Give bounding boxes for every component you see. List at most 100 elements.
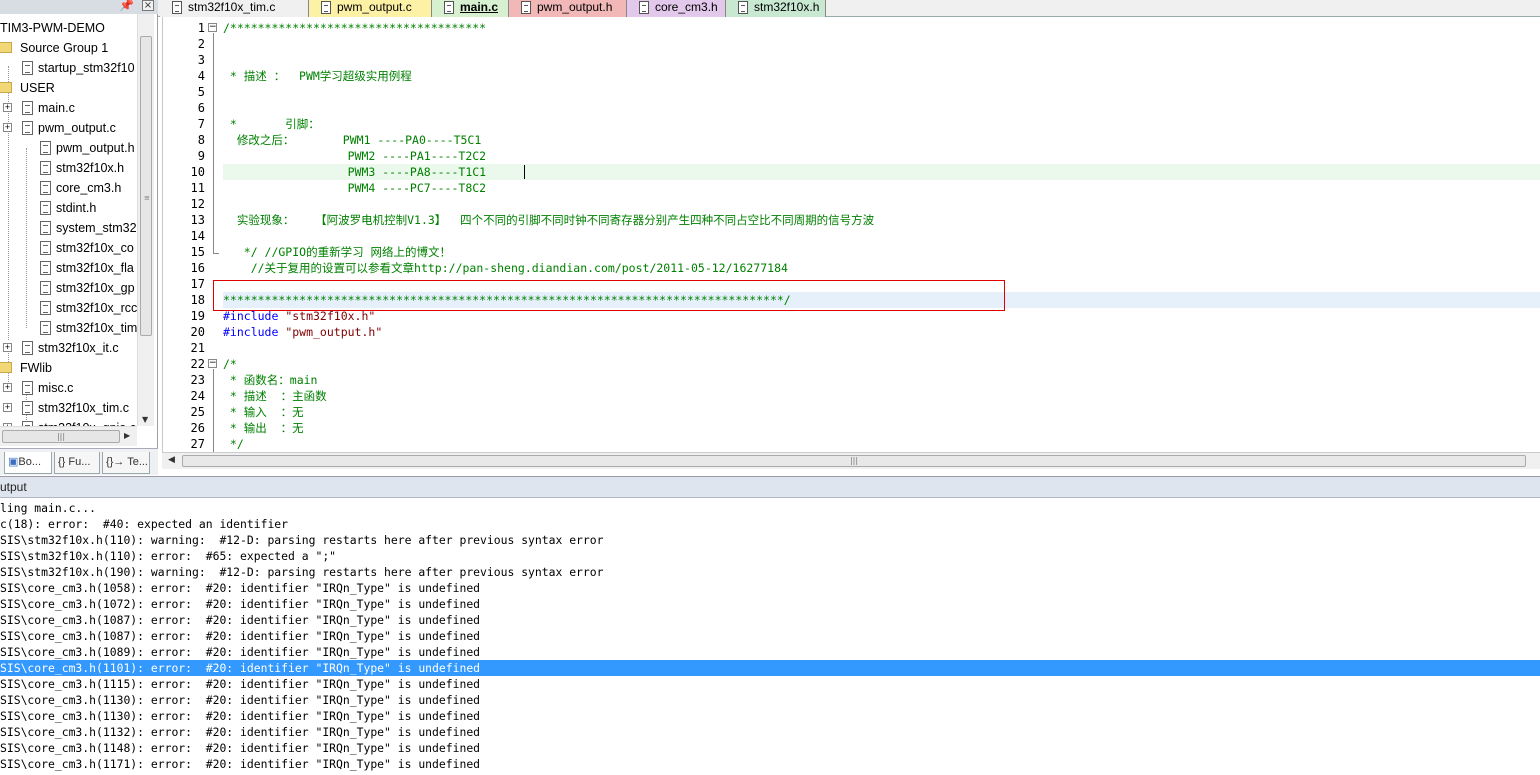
output-line[interactable]: SIS\core_cm3.h(1087): error: #20: identi… bbox=[0, 628, 1540, 644]
tab-functions[interactable]: {} Fu... bbox=[54, 452, 100, 474]
code-line[interactable]: * 描述 ：主函数 bbox=[223, 388, 327, 404]
line-number: 5 bbox=[197, 85, 205, 99]
file-tab[interactable]: stm32f10x.h bbox=[726, 0, 826, 17]
code-line[interactable]: * 输出 ：无 bbox=[223, 420, 304, 436]
output-line[interactable]: SIS\core_cm3.h(1130): error: #20: identi… bbox=[0, 692, 1540, 708]
file-icon bbox=[321, 1, 331, 14]
output-line[interactable]: SIS\core_cm3.h(1058): error: #20: identi… bbox=[0, 580, 1540, 596]
code-line[interactable]: * 描述 ： PWM学习超级实用例程 bbox=[223, 68, 412, 84]
fold-toggle-icon[interactable]: − bbox=[208, 359, 217, 368]
expand-icon[interactable]: + bbox=[3, 343, 12, 352]
tab-books[interactable]: ▣Bo... bbox=[4, 452, 52, 474]
scroll-down-icon[interactable]: ▼ bbox=[142, 415, 148, 424]
build-output[interactable]: ling main.c... c(18): error: #40: expecte… bbox=[0, 499, 1540, 775]
line-number: 7 bbox=[197, 117, 205, 131]
output-line[interactable]: SIS\stm32f10x.h(110): error: #65: expect… bbox=[0, 548, 1540, 564]
line-number: 24 bbox=[190, 389, 205, 403]
output-line[interactable]: SIS\core_cm3.h(1089): error: #20: identi… bbox=[0, 644, 1540, 660]
file-icon bbox=[40, 201, 51, 215]
output-line[interactable]: SIS\core_cm3.h(1072): error: #20: identi… bbox=[0, 596, 1540, 612]
close-icon[interactable]: × bbox=[142, 0, 154, 11]
output-line[interactable]: SIS\core_cm3.h(1101): error: #20: identi… bbox=[0, 660, 1540, 676]
line-number: 12 bbox=[190, 197, 205, 211]
output-line[interactable]: SIS\core_cm3.h(1087): error: #20: identi… bbox=[0, 612, 1540, 628]
file-icon bbox=[40, 141, 51, 155]
text-caret bbox=[524, 165, 525, 179]
tree-vertical-scrollbar[interactable]: ≡ ▼ bbox=[137, 14, 154, 426]
file-tab-label: core_cm3.h bbox=[655, 0, 718, 14]
code-line[interactable]: /* bbox=[223, 356, 237, 372]
panel-tabs: ▣Bo... {} Fu... {}→ Te... bbox=[0, 448, 158, 475]
output-line[interactable]: SIS\stm32f10x.h(190): warning: #12-D: pa… bbox=[0, 564, 1540, 580]
expand-icon[interactable]: + bbox=[3, 103, 12, 112]
tree-item-label: TIM3-PWM-DEMO bbox=[0, 21, 105, 35]
code-line[interactable]: * 引脚： bbox=[223, 116, 320, 132]
code-line[interactable]: */ bbox=[223, 436, 244, 452]
output-line[interactable]: c(18): error: #40: expected an identifie… bbox=[0, 516, 1540, 532]
output-line[interactable]: ling main.c... bbox=[0, 500, 1540, 516]
tree-item-label: stm32f10x_co bbox=[56, 241, 134, 255]
code-line[interactable]: 修改之后： PWM1 ----PA0----T5C1 bbox=[223, 132, 481, 148]
code-line[interactable]: * 函数名：main bbox=[223, 372, 318, 388]
code-line[interactable]: * 输入 ：无 bbox=[223, 404, 304, 420]
file-icon bbox=[40, 321, 51, 335]
line-number: 15 bbox=[190, 245, 205, 259]
file-icon bbox=[22, 121, 33, 135]
code-line[interactable]: /************************************* bbox=[223, 20, 486, 36]
code-line[interactable]: //关于复用的设置可以参看文章http://pan-sheng.diandian… bbox=[223, 260, 788, 276]
tree-item-label: USER bbox=[20, 81, 55, 95]
scroll-thumb[interactable]: ||| bbox=[2, 430, 120, 443]
code-line[interactable]: #include "pwm_output.h" bbox=[223, 324, 382, 340]
line-number: 1 bbox=[197, 21, 205, 35]
tree-item-label: main.c bbox=[38, 101, 75, 115]
output-line[interactable]: SIS\stm32f10x.h(110): warning: #12-D: pa… bbox=[0, 532, 1540, 548]
file-icon bbox=[639, 1, 649, 14]
project-tree[interactable]: TIM3-PWM-DEMO Source Group 1 startup_stm32… bbox=[0, 14, 137, 426]
output-line[interactable]: SIS\core_cm3.h(1132): error: #20: identi… bbox=[0, 724, 1540, 740]
line-number: 6 bbox=[197, 101, 205, 115]
file-icon bbox=[521, 1, 531, 14]
file-tab[interactable]: pwm_output.c bbox=[309, 0, 432, 17]
code-line[interactable]: PWM2 ----PA1----T2C2 bbox=[223, 148, 487, 164]
expand-icon[interactable]: + bbox=[3, 123, 12, 132]
fold-end-marker bbox=[213, 253, 219, 254]
preprocessor-directive: #include bbox=[223, 309, 286, 323]
line-number: 10 bbox=[190, 165, 205, 179]
fold-toggle-icon[interactable]: − bbox=[208, 23, 217, 32]
code-line[interactable]: 实验现象： 【阿波罗电机控制V1.3】 四个不同的引脚不同时钟不同寄存器分别产生… bbox=[223, 212, 874, 228]
expand-icon[interactable]: + bbox=[3, 403, 12, 412]
tree-item-label: Source Group 1 bbox=[20, 41, 109, 55]
editor-horizontal-scrollbar[interactable]: ◀ ||| bbox=[162, 452, 1540, 469]
file-icon bbox=[40, 241, 51, 255]
code-line[interactable]: PWM3 ----PA8----T1C1 bbox=[223, 164, 487, 180]
file-icon bbox=[40, 261, 51, 275]
pin-icon[interactable]: 📌 bbox=[119, 0, 134, 12]
project-panel-titlebar: 📌 × bbox=[0, 0, 158, 14]
code-line[interactable]: */ //GPIO的重新学习 网络上的博文！ bbox=[223, 244, 451, 260]
output-line[interactable]: SIS\core_cm3.h(1130): error: #20: identi… bbox=[0, 708, 1540, 724]
scroll-thumb[interactable]: ≡ bbox=[140, 36, 152, 336]
tree-horizontal-scrollbar[interactable]: ||| ▶ bbox=[0, 426, 137, 446]
tab-templates[interactable]: {}→ Te... bbox=[102, 452, 150, 474]
fold-margin bbox=[209, 17, 223, 452]
file-tab[interactable]: pwm_output.h bbox=[509, 0, 627, 17]
file-tab[interactable]: main.c bbox=[432, 0, 509, 17]
annotation-box bbox=[213, 280, 1005, 311]
file-tab[interactable]: core_cm3.h bbox=[627, 0, 726, 17]
expand-icon[interactable]: + bbox=[3, 383, 12, 392]
code-editor[interactable]: 1 2 3 4 5 6 7 8 9 10 11 12 13 14 15 16 17 18 19 20 21 22 23 24 2… bbox=[162, 17, 1540, 452]
code-line[interactable]: PWM4 ----PC7----T8C2 bbox=[223, 180, 487, 196]
scroll-left-icon[interactable]: ◀ bbox=[168, 455, 175, 465]
books-icon: ▣ bbox=[8, 456, 19, 468]
file-tab[interactable]: stm32f10x_tim.c bbox=[160, 0, 309, 17]
output-line[interactable]: SIS\core_cm3.h(1148): error: #20: identi… bbox=[0, 740, 1540, 756]
output-line[interactable]: SIS\core_cm3.h(1115): error: #20: identi… bbox=[0, 676, 1540, 692]
scroll-thumb[interactable]: ||| bbox=[182, 455, 1526, 467]
file-icon bbox=[40, 281, 51, 295]
scroll-right-icon[interactable]: ▶ bbox=[124, 431, 130, 440]
output-line[interactable]: SIS\core_cm3.h(1171): error: #20: identi… bbox=[0, 756, 1540, 772]
line-number: 19 bbox=[190, 309, 205, 323]
line-number: 17 bbox=[190, 277, 205, 291]
file-tab-label: pwm_output.h bbox=[537, 0, 613, 14]
tree-item-label: stm32f10x_tim.c bbox=[38, 401, 130, 415]
